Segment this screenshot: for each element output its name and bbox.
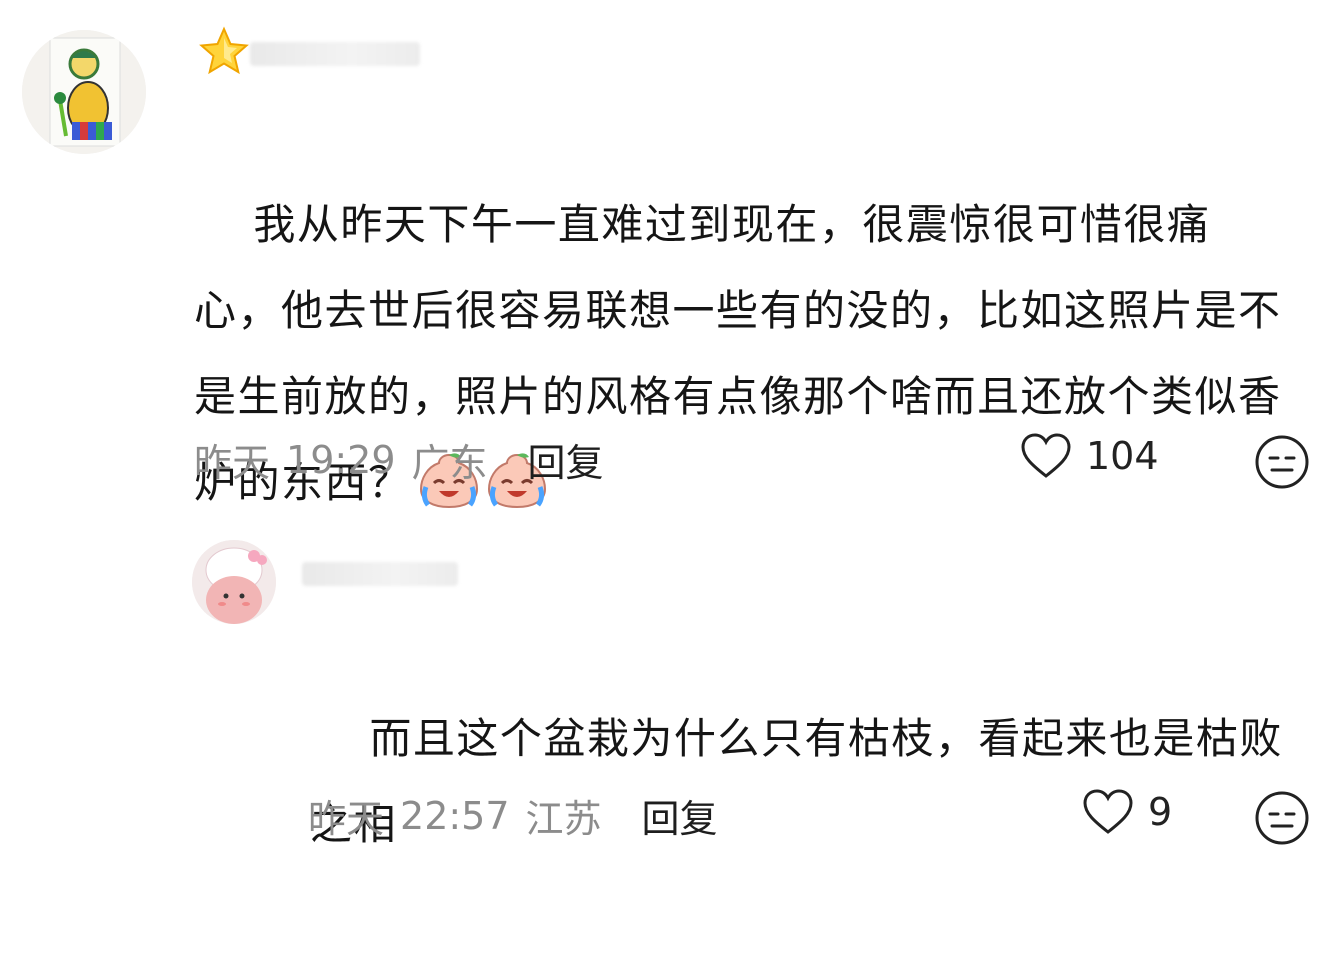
reply-button[interactable]: 回复 — [642, 788, 718, 843]
dislike-face-icon[interactable] — [1254, 434, 1310, 490]
like-count: 9 — [1148, 790, 1173, 834]
like-button[interactable]: 9 — [1082, 788, 1172, 836]
comment-text: 我从昨天下午一直难过到现在，很震惊很可惜很痛心，他去世后很容易联想一些有的没的，… — [194, 96, 1284, 612]
username-blurred[interactable] — [302, 562, 458, 586]
avatar[interactable] — [22, 30, 146, 154]
star-badge-icon — [199, 26, 249, 75]
heart-icon — [1021, 433, 1071, 478]
comment-time: 22:57 — [400, 793, 510, 838]
comment-date: 昨天 — [308, 797, 385, 841]
comment-location: 广东 — [411, 441, 488, 485]
avatar[interactable] — [192, 540, 276, 624]
comment-date: 昨天 — [194, 441, 271, 485]
reply-button[interactable]: 回复 — [528, 432, 604, 487]
comment-text: 而且这个盆栽为什么只有枯枝，看起来也是枯败之相 — [310, 610, 1300, 954]
like-count: 104 — [1086, 434, 1159, 478]
heart-icon — [1083, 789, 1133, 834]
comment-meta: 昨天 19:29 广东 回复 — [194, 432, 604, 487]
comment-location: 江苏 — [525, 797, 602, 841]
child-drawing-avatar-icon — [22, 30, 146, 154]
like-button[interactable]: 104 — [1020, 432, 1159, 480]
comment-time: 19:29 — [286, 437, 396, 482]
comment-meta: 昨天 22:57 江苏 回复 — [308, 788, 718, 843]
pink-bunny-avatar-icon — [192, 540, 276, 624]
username-blurred[interactable] — [250, 42, 420, 66]
dislike-face-icon[interactable] — [1254, 790, 1310, 846]
